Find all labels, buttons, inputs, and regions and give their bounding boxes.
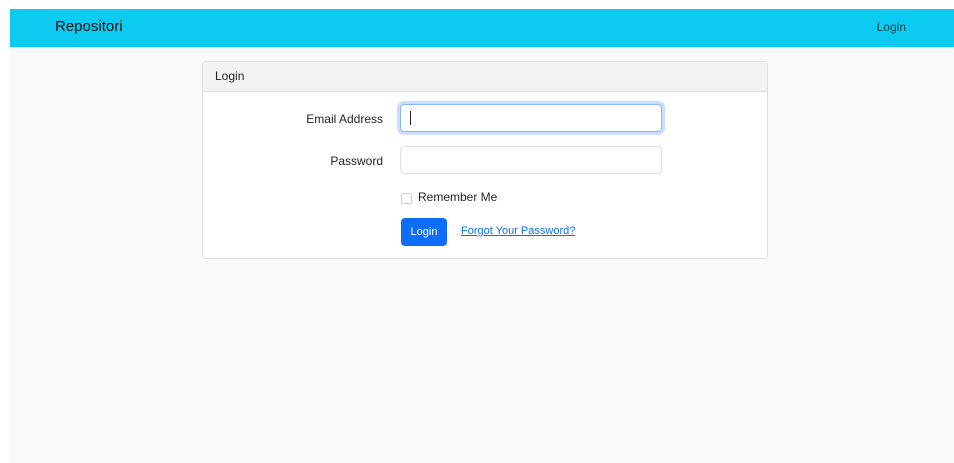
page-frame: Repositori Login Login Email Address Pas… <box>10 9 954 463</box>
email-field[interactable] <box>400 104 662 132</box>
forgot-password-link[interactable]: Forgot Your Password? <box>461 225 575 237</box>
email-label: Email Address <box>306 112 383 126</box>
nav-login-link[interactable]: Login <box>877 20 906 34</box>
password-label: Password <box>330 154 383 168</box>
remember-checkbox[interactable] <box>401 193 412 204</box>
text-caret <box>410 111 411 125</box>
top-navbar: Repositori Login <box>10 9 954 47</box>
brand-link[interactable]: Repositori <box>55 18 123 35</box>
password-field[interactable] <box>400 146 662 174</box>
card-header: Login <box>203 62 767 92</box>
remember-label[interactable]: Remember Me <box>418 190 497 204</box>
login-button[interactable]: Login <box>401 218 447 246</box>
login-card: Login Email Address Password Remember Me… <box>202 61 768 259</box>
